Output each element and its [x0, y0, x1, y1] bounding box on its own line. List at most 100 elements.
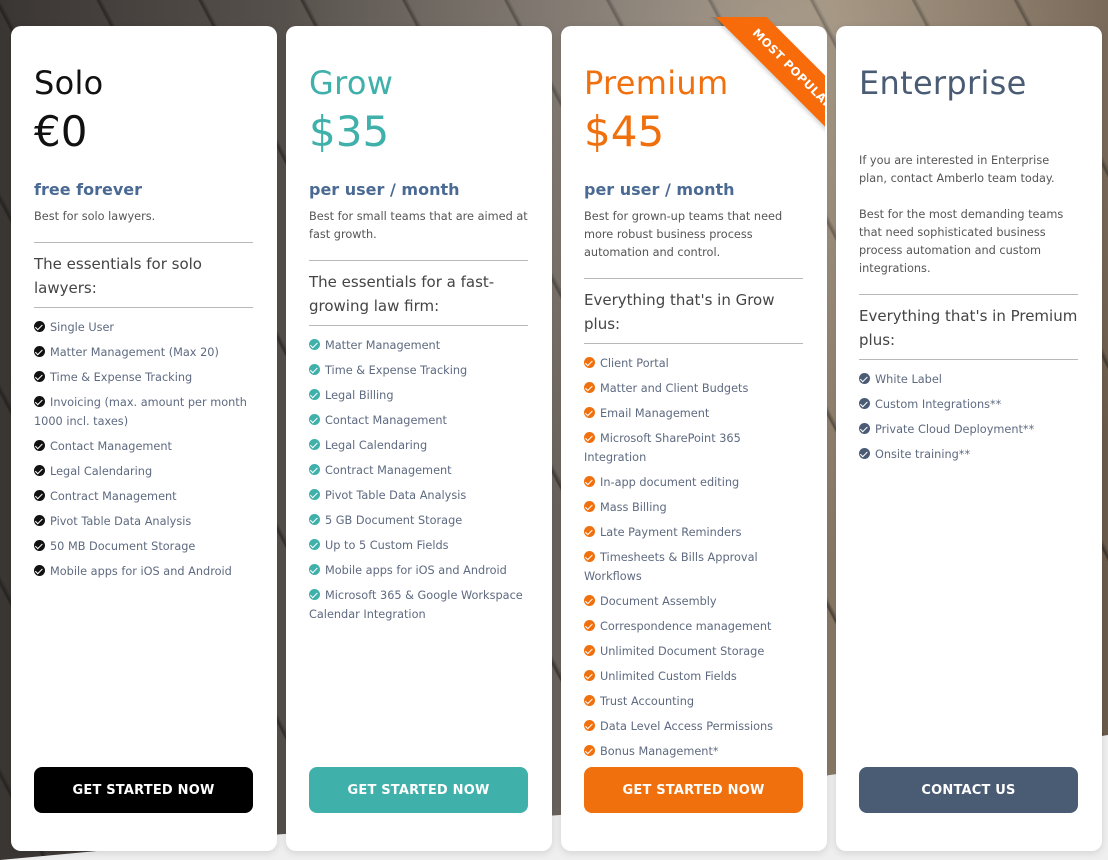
feature-item: Matter and Client Budgets — [584, 379, 803, 398]
feature-label: Mobile apps for iOS and Android — [325, 564, 507, 577]
get-started-button-premium[interactable]: GET STARTED NOW — [584, 767, 803, 813]
feature-label: Matter Management — [325, 339, 441, 352]
check-circle-icon — [584, 645, 595, 656]
check-circle-icon — [859, 448, 870, 459]
plan-card-enterprise: Enterprise If you are interested in Ente… — [836, 26, 1102, 851]
check-circle-icon — [34, 490, 45, 501]
check-circle-icon — [859, 373, 870, 384]
check-circle-icon — [584, 745, 595, 756]
check-circle-icon — [859, 423, 870, 434]
check-circle-icon — [584, 476, 595, 487]
feature-label: Microsoft 365 & Google Workspace Calenda… — [309, 589, 523, 621]
feature-label: Document Assembly — [600, 595, 717, 608]
plan-card-grow: Grow $35 per user / month Best for small… — [286, 26, 552, 851]
feature-label: Legal Calendaring — [50, 465, 153, 478]
check-circle-icon — [584, 595, 595, 606]
check-circle-icon — [309, 439, 320, 450]
check-circle-icon — [309, 539, 320, 550]
check-circle-icon — [309, 339, 320, 350]
feature-item: Invoicing (max. amount per month 1000 in… — [34, 393, 253, 431]
feature-item: Pivot Table Data Analysis — [309, 486, 528, 505]
check-circle-icon — [34, 565, 45, 576]
feature-item: Contact Management — [309, 411, 528, 430]
feature-label: Microsoft SharePoint 365 Integration — [584, 432, 741, 464]
features-heading: Everything that's in Grow plus: — [584, 291, 775, 333]
check-circle-icon — [309, 489, 320, 500]
check-circle-icon — [34, 465, 45, 476]
divider — [309, 260, 528, 261]
feature-label: Unlimited Document Storage — [600, 645, 765, 658]
feature-item: Time & Expense Tracking — [309, 361, 528, 380]
check-circle-icon — [309, 464, 320, 475]
plan-period: per user / month — [584, 180, 735, 199]
plan-description: Best for small teams that are aimed at f… — [309, 210, 528, 241]
check-circle-icon — [309, 389, 320, 400]
check-circle-icon — [584, 695, 595, 706]
plan-price: $45 — [584, 107, 665, 156]
check-circle-icon — [584, 720, 595, 731]
feature-label: Timesheets & Bills Approval Workflows — [584, 551, 758, 583]
feature-label: Pivot Table Data Analysis — [325, 489, 467, 502]
features-heading: The essentials for solo lawyers: — [34, 255, 202, 297]
divider — [859, 359, 1078, 360]
feature-item: Matter Management — [309, 336, 528, 355]
contact-us-button[interactable]: CONTACT US — [859, 767, 1078, 813]
plan-card-premium: Premium $45 per user / month Best for gr… — [561, 26, 827, 851]
plan-description: Best for solo lawyers. — [34, 210, 156, 223]
feature-item: Unlimited Custom Fields — [584, 667, 803, 686]
feature-item: Late Payment Reminders — [584, 523, 803, 542]
feature-item: Correspondence management — [584, 617, 803, 636]
feature-label: Onsite training** — [875, 448, 971, 461]
plan-name: Grow — [309, 64, 394, 102]
feature-item: Legal Billing — [309, 386, 528, 405]
feature-item: Microsoft 365 & Google Workspace Calenda… — [309, 586, 528, 624]
check-circle-icon — [584, 526, 595, 537]
feature-item: Time & Expense Tracking — [34, 368, 253, 387]
divider — [34, 242, 253, 243]
feature-item: Bonus Management* — [584, 742, 803, 761]
feature-label: 5 GB Document Storage — [325, 514, 463, 527]
feature-item: Data Level Access Permissions — [584, 717, 803, 736]
get-started-button-solo[interactable]: GET STARTED NOW — [34, 767, 253, 813]
feature-list: Matter Management Time & Expense Tracking… — [309, 336, 528, 624]
feature-label: Mass Billing — [600, 501, 667, 514]
plan-period: per user / month — [309, 180, 460, 199]
feature-label: Mobile apps for iOS and Android — [50, 565, 232, 578]
plan-price: $35 — [309, 107, 390, 156]
feature-label: Private Cloud Deployment** — [875, 423, 1035, 436]
check-circle-icon — [34, 540, 45, 551]
feature-label: Time & Expense Tracking — [325, 364, 468, 377]
get-started-button-grow[interactable]: GET STARTED NOW — [309, 767, 528, 813]
feature-item: In-app document editing — [584, 473, 803, 492]
feature-item: Mobile apps for iOS and Android — [34, 562, 253, 581]
feature-label: Contract Management — [325, 464, 452, 477]
check-circle-icon — [34, 371, 45, 382]
divider — [859, 294, 1078, 295]
plan-price: €0 — [34, 107, 88, 156]
feature-item: 5 GB Document Storage — [309, 511, 528, 530]
feature-label: Single User — [50, 321, 115, 334]
feature-item: Trust Accounting — [584, 692, 803, 711]
feature-item: Microsoft SharePoint 365 Integration — [584, 429, 803, 467]
check-circle-icon — [34, 515, 45, 526]
feature-label: Email Management — [600, 407, 710, 420]
feature-label: Unlimited Custom Fields — [600, 670, 737, 683]
plan-description: If you are interested in Enterprise plan… — [859, 154, 1055, 185]
divider — [309, 325, 528, 326]
check-circle-icon — [309, 364, 320, 375]
feature-label: Data Level Access Permissions — [600, 720, 774, 733]
plan-period: free forever — [34, 180, 142, 199]
check-circle-icon — [309, 589, 320, 600]
feature-item: Client Portal — [584, 354, 803, 373]
check-circle-icon — [584, 407, 595, 418]
feature-label: Time & Expense Tracking — [50, 371, 193, 384]
check-circle-icon — [309, 564, 320, 575]
feature-label: Contact Management — [325, 414, 447, 427]
feature-item: Legal Calendaring — [34, 462, 253, 481]
check-circle-icon — [859, 398, 870, 409]
features-heading: The essentials for a fast-growing law fi… — [309, 273, 495, 315]
check-circle-icon — [309, 414, 320, 425]
check-circle-icon — [34, 346, 45, 357]
feature-label: 50 MB Document Storage — [50, 540, 196, 553]
feature-item: 50 MB Document Storage — [34, 537, 253, 556]
